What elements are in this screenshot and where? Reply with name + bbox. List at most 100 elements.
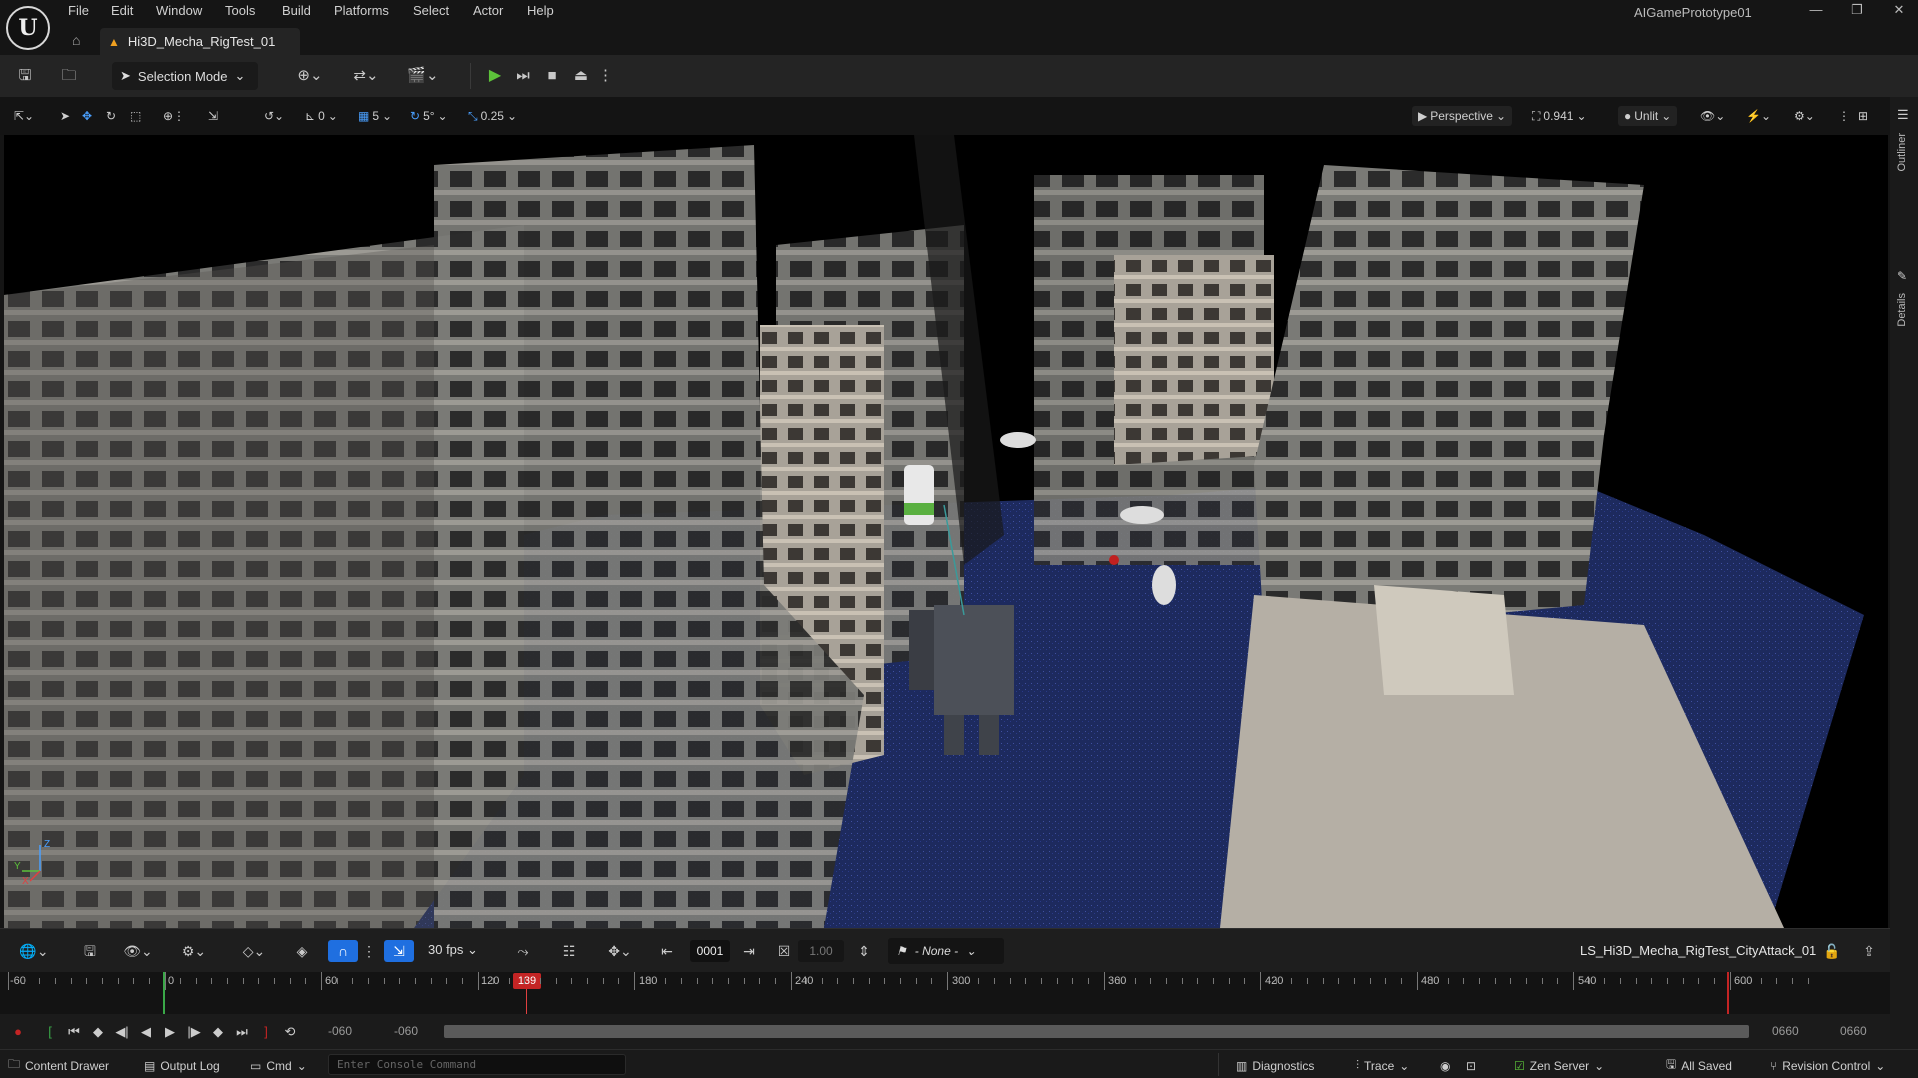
record-icon[interactable]: ● [8, 1022, 28, 1042]
menu-file[interactable]: File [68, 3, 89, 23]
content-drawer-button[interactable]: 🗀 Content Drawer [8, 1057, 109, 1074]
set-end-icon[interactable]: ] [256, 1022, 276, 1042]
snap-toggle-icon[interactable]: ∩ [328, 940, 358, 962]
viewport-settings-icon[interactable]: ⚙⌄ [1794, 106, 1815, 126]
layout-icon[interactable]: ⊞ [1858, 106, 1868, 126]
playhead-snap-icon[interactable]: ⇲ [384, 940, 414, 962]
play-rate-field[interactable]: 1.00 [798, 940, 844, 962]
revision-control-dropdown[interactable]: ⑂ Revision Control ⌄ [1770, 1057, 1885, 1074]
show-flags-icon[interactable]: 👁⌄ [1700, 106, 1725, 126]
rotate-tool-icon[interactable]: ↻ [106, 106, 116, 126]
lighting-mode-dropdown[interactable]: ● Unlit ⌄ [1618, 106, 1678, 126]
menu-help[interactable]: Help [527, 3, 554, 23]
menu-tools[interactable]: Tools [225, 3, 255, 23]
menu-window[interactable]: Window [156, 3, 202, 23]
snap-options-icon[interactable]: ⋮ [362, 940, 376, 962]
unreal-logo-icon[interactable]: U [6, 6, 50, 50]
view-options-icon[interactable]: 👁⌄ [120, 940, 156, 962]
angle-snap-dropdown[interactable]: ↻ 5° ⌄ [410, 106, 448, 126]
working-range-end[interactable]: 0660 [1840, 1024, 1867, 1038]
curve-editor-icon[interactable]: ⤳ [512, 940, 534, 962]
diagnostics-button[interactable]: ▥ Diagnostics [1236, 1057, 1314, 1074]
add-key-icon[interactable]: ◈ [292, 940, 312, 962]
surface-snap-icon[interactable]: ⇲ [208, 106, 218, 126]
play-rate-stepper-icon[interactable]: ⇕ [854, 940, 874, 962]
transform-track-icon[interactable]: ✥⌄ [602, 940, 638, 962]
minimize-icon[interactable]: — [1804, 2, 1828, 22]
view-range-end[interactable]: 0660 [1772, 1024, 1799, 1038]
jump-to-end-icon[interactable]: ⏭ [232, 1022, 252, 1042]
cmd-dropdown[interactable]: ▭ Cmd ⌄ [250, 1057, 307, 1074]
world-space-icon[interactable]: ⊕⋮ [163, 106, 185, 126]
viewport-options-icon[interactable]: ⋮ [1838, 106, 1850, 126]
jump-back-icon[interactable]: ⇤ [656, 940, 678, 962]
actions-icon[interactable]: ⚙⌄ [176, 940, 212, 962]
timeline-ruler[interactable]: -60 0 60 120 180 240 300 360 420 480 540… [0, 972, 1890, 1014]
keyframe-icon[interactable]: ◇⌄ [236, 940, 272, 962]
camera-speed-dropdown[interactable]: ⛶ 0.941 ⌄ [1532, 106, 1587, 126]
scale-tool-icon[interactable]: ⬚ [130, 106, 141, 126]
rotate-snap-toggle-icon[interactable]: ↺⌄ [264, 106, 284, 126]
menu-select[interactable]: Select [413, 3, 449, 23]
eject-icon[interactable]: ⏏ [570, 65, 592, 87]
screenshot-icon[interactable]: ⊡ [1466, 1057, 1476, 1074]
menu-edit[interactable]: Edit [111, 3, 133, 23]
view-mode-dropdown[interactable]: ▶ Perspective ⌄ [1412, 106, 1512, 126]
working-range-start[interactable]: -060 [394, 1024, 418, 1038]
add-actor-icon[interactable]: ⊕⌄ [292, 65, 328, 87]
outliner-tab[interactable]: Outliner [1896, 133, 1908, 172]
panel-menu-icon[interactable]: ☰ [1897, 107, 1909, 123]
set-start-icon[interactable]: [ [40, 1022, 60, 1042]
blueprint-icon[interactable]: ⇄⌄ [346, 65, 386, 87]
selection-mode-dropdown[interactable]: ➤ Selection Mode ⌄ [112, 62, 258, 90]
all-saved-button[interactable]: 🖫 All Saved [1666, 1057, 1732, 1074]
trace-dropdown[interactable]: ⫶ Trace ⌄ [1356, 1057, 1409, 1074]
rotation-snap-dropdown[interactable]: ⊾ 0 ⌄ [305, 106, 338, 126]
current-frame-field[interactable]: 0001 [690, 940, 730, 962]
restore-icon[interactable]: ❐ [1845, 2, 1869, 22]
fps-dropdown[interactable]: 30 fps ⌄ [428, 942, 478, 958]
previous-key-icon[interactable]: ◆ [88, 1022, 108, 1042]
menu-build[interactable]: Build [282, 3, 311, 23]
save-icon[interactable]: 🖫 [14, 65, 36, 87]
move-tool-icon[interactable]: ✥ [82, 106, 92, 126]
step-back-icon[interactable]: ◀| [112, 1022, 132, 1042]
camera-cut-dropdown[interactable]: ⚑ - None - ⌄ [888, 938, 1004, 964]
content-browser-icon[interactable]: 🗀 [58, 65, 80, 87]
next-key-icon[interactable]: ◆ [208, 1022, 228, 1042]
realtime-icon[interactable]: ⚡⌄ [1746, 106, 1771, 126]
playhead[interactable]: 139 [513, 973, 541, 989]
details-tab[interactable]: Details [1896, 293, 1908, 327]
clear-icon[interactable]: ☒ [774, 940, 794, 962]
grid-snap-dropdown[interactable]: ▦ 5 ⌄ [358, 106, 392, 126]
step-forward-icon[interactable]: |▶ [184, 1022, 204, 1042]
menu-actor[interactable]: Actor [473, 3, 503, 23]
export-icon[interactable]: ⇪ [1858, 940, 1880, 962]
level-tab[interactable]: ▲ Hi3D_Mecha_RigTest_01 [100, 28, 300, 55]
select-tool-icon[interactable]: ➤ [60, 106, 70, 126]
zen-server-dropdown[interactable]: ☑ Zen Server ⌄ [1514, 1057, 1604, 1074]
jump-forward-icon[interactable]: ⇥ [738, 940, 760, 962]
console-input[interactable]: Enter Console Command [328, 1054, 626, 1075]
level-viewport[interactable]: Z Y X [4, 135, 1888, 928]
cinematics-icon[interactable]: 🎬⌄ [404, 65, 442, 87]
stop-icon[interactable]: ■ [541, 65, 563, 87]
world-icon[interactable]: 🌐⌄ [16, 940, 52, 962]
reverse-play-icon[interactable]: ◀ [136, 1022, 156, 1042]
output-log-button[interactable]: ▤ Output Log [144, 1057, 220, 1074]
lock-icon[interactable]: 🔓 [1822, 940, 1842, 962]
view-range-start[interactable]: -060 [328, 1024, 352, 1038]
scale-snap-dropdown[interactable]: ⤡ 0.25 ⌄ [468, 106, 517, 126]
playback-end-marker[interactable] [1727, 972, 1729, 1014]
close-icon[interactable]: ✕ [1887, 2, 1911, 22]
play-icon[interactable]: ▶ [484, 65, 506, 87]
menu-platforms[interactable]: Platforms [334, 3, 389, 23]
advance-frame-icon[interactable]: ⏭ [512, 65, 534, 87]
loop-icon[interactable]: ⟲ [280, 1022, 300, 1042]
tree-view-icon[interactable]: ☷ [558, 940, 580, 962]
more-options-icon[interactable]: ⋮ [598, 65, 613, 87]
save-sequence-icon[interactable]: 🖫 [80, 940, 100, 962]
home-icon[interactable]: ⌂ [72, 32, 90, 48]
jump-to-start-icon[interactable]: ⏮ [64, 1022, 84, 1042]
timeline-scrollbar[interactable] [444, 1025, 1749, 1038]
